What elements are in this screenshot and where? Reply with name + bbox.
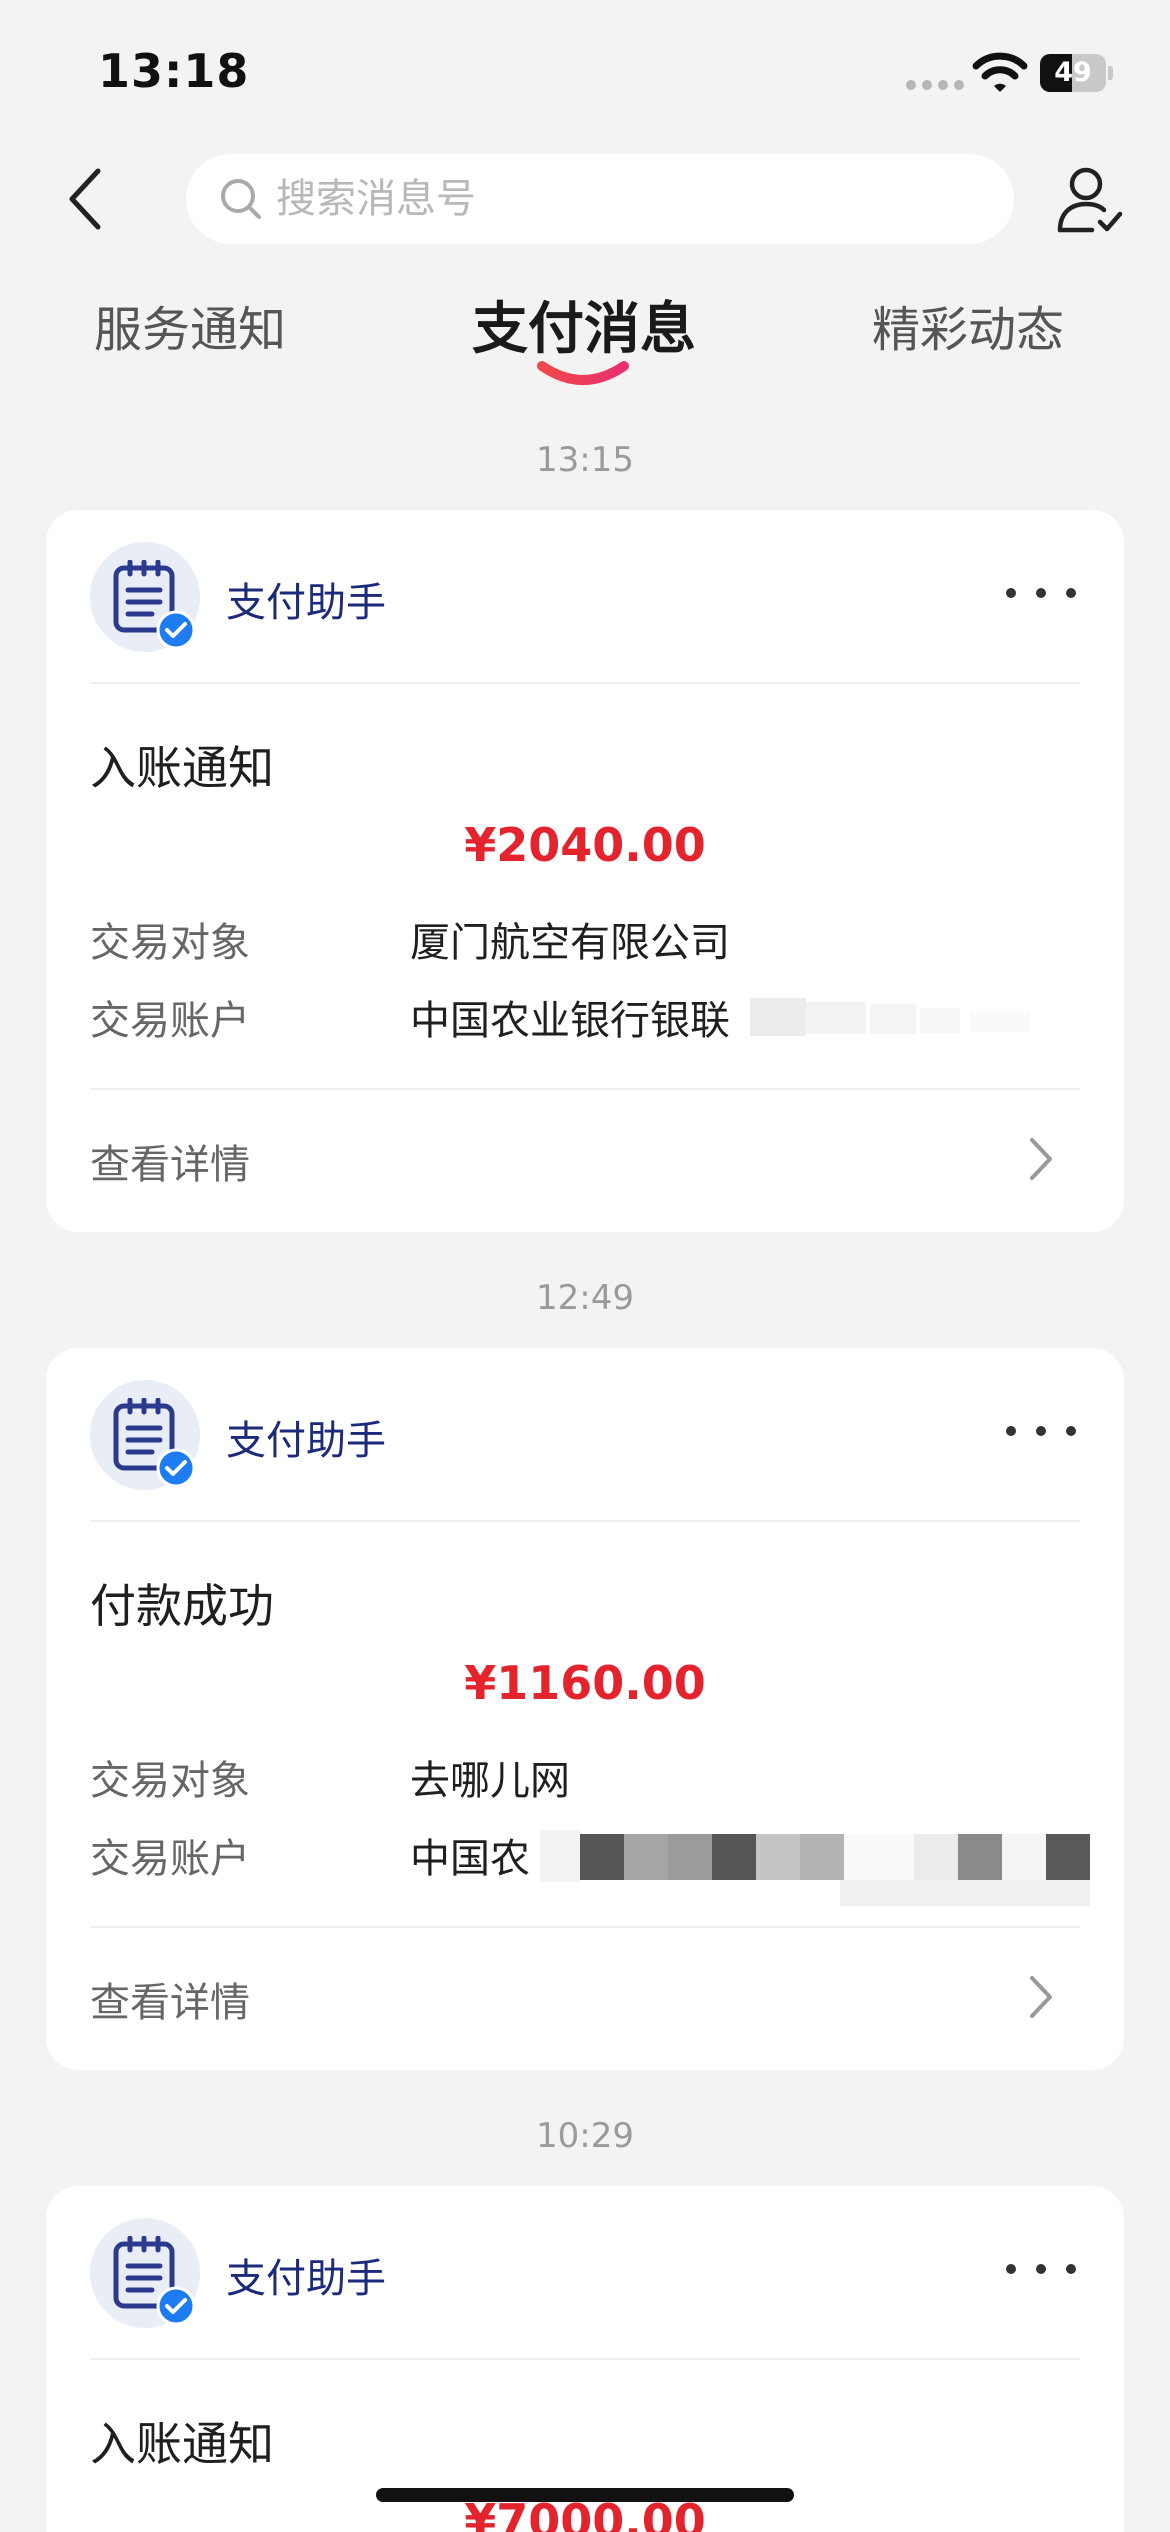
search-icon (221, 179, 261, 219)
counterparty-value: 去哪儿网 (410, 1758, 570, 1804)
card-header: 支付助手 (46, 510, 1124, 682)
active-tab-indicator (537, 361, 629, 385)
verified-badge-icon (156, 610, 196, 650)
search-input[interactable] (276, 176, 976, 222)
payment-assistant-avatar[interactable] (90, 1380, 200, 1490)
contact-settings-icon[interactable] (1054, 162, 1124, 238)
card-header: 支付助手 (46, 1348, 1124, 1520)
back-button[interactable] (56, 164, 116, 234)
view-details-label: 查看详情 (90, 1980, 250, 2026)
payment-assistant-avatar[interactable] (90, 2218, 200, 2328)
home-indicator (376, 2488, 794, 2502)
battery-icon: 49 (1040, 54, 1113, 92)
account-value: 中国农 (410, 1836, 530, 1882)
status-bar: 13:18 49 (0, 0, 1170, 140)
account-value: 中国农业银行银联 (410, 998, 730, 1044)
row-label: 交易账户 (90, 998, 250, 1044)
search-box[interactable] (186, 154, 1014, 244)
message-time: 12:49 (536, 1278, 634, 1318)
verified-badge-icon (156, 2286, 196, 2326)
more-options-button[interactable] (1006, 2254, 1076, 2284)
message-title: 入账通知 (90, 741, 274, 795)
card-header: 支付助手 (46, 2186, 1124, 2358)
message-time: 10:29 (536, 2116, 634, 2156)
redacted-area (540, 1830, 1090, 1906)
battery-level: 49 (1054, 57, 1092, 88)
chevron-left-icon (69, 168, 101, 230)
message-time: 13:15 (536, 440, 634, 480)
counterparty-value: 厦门航空有限公司 (410, 920, 730, 966)
chevron-right-icon (1030, 1138, 1052, 1180)
sender-name[interactable]: 支付助手 (226, 2246, 386, 2304)
status-time: 13:18 (98, 44, 250, 98)
cellular-signal-icon (906, 80, 964, 90)
chevron-right-icon (1030, 1976, 1052, 2018)
divider (90, 1520, 1080, 1522)
tab-bar: 服务通知 支付消息 精彩动态 (0, 290, 1170, 400)
view-details-label: 查看详情 (90, 1142, 250, 1188)
nav-bar (0, 150, 1170, 250)
tab-highlights[interactable]: 精彩动态 (872, 290, 1064, 360)
sender-name[interactable]: 支付助手 (226, 570, 386, 628)
row-label: 交易对象 (90, 1758, 250, 1804)
divider (90, 682, 1080, 684)
divider (90, 2358, 1080, 2360)
amount: ¥1160.00 (464, 1656, 706, 1710)
redacted-area (750, 998, 1030, 1036)
tab-service-notifications[interactable]: 服务通知 (94, 290, 286, 360)
message-card: 支付助手 入账通知 ¥7000.00 (46, 2186, 1124, 2532)
message-card: 支付助手 入账通知 ¥2040.00 交易对象 厦门航空有限公司 交易账户 中国… (46, 510, 1124, 1232)
tab-payment-messages[interactable]: 支付消息 (472, 284, 696, 365)
row-label: 交易账户 (90, 1836, 250, 1882)
message-title: 入账通知 (90, 2417, 274, 2471)
amount: ¥2040.00 (464, 818, 706, 872)
wifi-icon (972, 52, 1028, 92)
payment-assistant-avatar[interactable] (90, 542, 200, 652)
message-title: 付款成功 (90, 1579, 274, 1633)
message-card: 支付助手 付款成功 ¥1160.00 交易对象 去哪儿网 交易账户 中国农 查看… (46, 1348, 1124, 2070)
row-label: 交易对象 (90, 920, 250, 966)
view-details-link[interactable]: 查看详情 (46, 1926, 1124, 2070)
view-details-link[interactable]: 查看详情 (46, 1088, 1124, 1232)
more-options-button[interactable] (1006, 1416, 1076, 1446)
verified-badge-icon (156, 1448, 196, 1488)
sender-name[interactable]: 支付助手 (226, 1408, 386, 1466)
more-options-button[interactable] (1006, 578, 1076, 608)
